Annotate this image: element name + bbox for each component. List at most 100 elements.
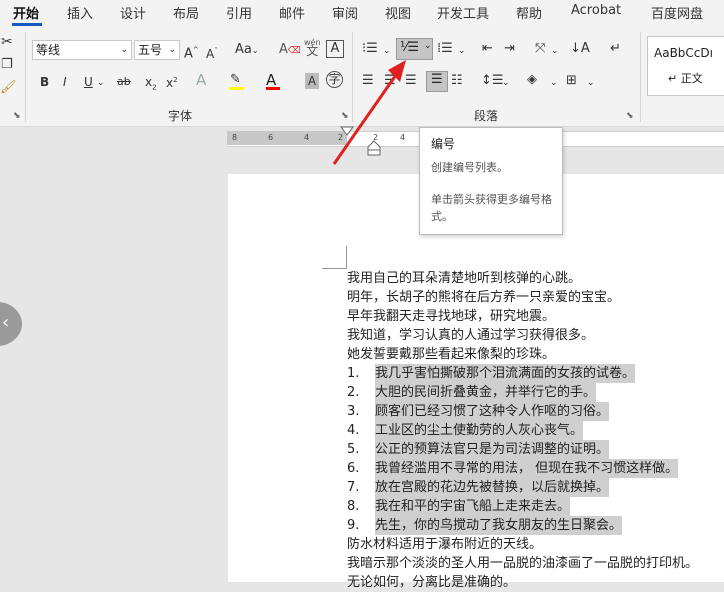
paragraph-line[interactable]: 我暗示那个淡淡的圣人用一品脱的油漆画了一品脱的打印机。: [347, 554, 698, 573]
cut-icon[interactable]: ✂: [1, 33, 13, 51]
tab-home[interactable]: 开始: [13, 3, 39, 22]
justify-button[interactable]: ☰: [426, 71, 448, 92]
list-number: 8.: [347, 499, 360, 514]
text-effects-icon[interactable]: A: [196, 71, 206, 89]
tab-insert[interactable]: 插入: [67, 3, 93, 22]
tab-developer[interactable]: 开发工具: [437, 3, 489, 22]
list-item[interactable]: 放在宫殿的花边先被替换，以后就换掉。: [375, 478, 610, 497]
ribbon-tab-bar: 开始 插入 设计 布局 引用 邮件 审阅 视图 开发工具 帮助 Acrobat …: [0, 0, 724, 26]
tooltip-title: 编号: [431, 137, 456, 151]
list-number: 6.: [347, 461, 360, 476]
list-item[interactable]: 顾客们已经习惯了这种令人作呕的习俗。: [375, 402, 610, 421]
character-shading-icon[interactable]: A: [305, 73, 319, 89]
tab-mailings[interactable]: 邮件: [279, 3, 305, 22]
list-number: 3.: [347, 404, 360, 419]
style-name: ↵ 正文: [668, 72, 703, 85]
increase-indent-icon[interactable]: ⇥: [504, 40, 515, 58]
tab-baidu-netdisk[interactable]: 百度网盘: [651, 3, 703, 22]
chinese-layout-icon[interactable]: ⤧: [535, 40, 545, 58]
ruler-tick: 4: [304, 133, 310, 142]
font-name-dropdown[interactable]: 等线 ⌄: [32, 40, 132, 60]
paragraph-line[interactable]: 她发誓要戴那些看起来像梨的珍珠。: [347, 345, 555, 364]
font-color-swatch: [266, 87, 280, 90]
phonetic-guide-icon[interactable]: wén 文: [304, 38, 321, 57]
list-item[interactable]: 我几乎害怕撕破那个泪流满面的女孩的试卷。: [375, 364, 636, 383]
tab-layout[interactable]: 布局: [173, 3, 199, 22]
chevron-down-icon[interactable]: ⌄: [97, 74, 105, 92]
chevron-down-icon[interactable]: ⌄: [424, 41, 432, 51]
multilevel-list-icon[interactable]: ⁞☰: [437, 40, 453, 58]
borders-icon[interactable]: ⊞: [566, 72, 577, 90]
sort-icon[interactable]: ↓A: [570, 40, 590, 58]
list-number: 7.: [347, 480, 360, 495]
paragraph-line[interactable]: 早年我翻天走寻找地球，研究地震。: [347, 307, 555, 326]
tooltip-description: 创建编号列表。: [431, 161, 508, 174]
tab-help[interactable]: 帮助: [516, 3, 542, 22]
distributed-icon[interactable]: ☷: [451, 72, 463, 90]
paragraph-launcher-icon[interactable]: ⬊: [626, 111, 634, 121]
font-group-label: 字体: [168, 109, 193, 123]
group-separator: [640, 32, 641, 122]
list-item[interactable]: 公正的预算法官只是为司法调整的证明。: [375, 440, 610, 459]
list-number: 4.: [347, 423, 360, 438]
list-item[interactable]: 我在和平的宇宙飞船上走来走去。: [375, 497, 571, 516]
show-hide-marks-icon[interactable]: ↵: [610, 40, 621, 58]
back-button[interactable]: ‹: [0, 302, 22, 346]
format-painter-icon[interactable]: 🖌: [0, 79, 17, 97]
list-item[interactable]: 工业区的尘土使勤劳的人灰心丧气。: [375, 421, 584, 440]
superscript-icon[interactable]: x2: [166, 71, 178, 92]
paragraph-group-label: 段落: [474, 109, 499, 123]
clear-formatting-icon[interactable]: A⌫: [279, 41, 301, 60]
bold-icon[interactable]: B: [40, 73, 49, 91]
ruler-tick: 8: [232, 133, 238, 142]
list-number: 1.: [347, 366, 360, 381]
clipboard-launcher-icon[interactable]: ⬊: [13, 111, 21, 121]
list-item[interactable]: 我曾经滥用不寻常的用法， 但现在我不习惯这样做。: [375, 459, 679, 478]
ruler-tick: 6: [268, 133, 274, 142]
shading-icon[interactable]: ◈: [527, 71, 537, 89]
underline-icon[interactable]: U: [84, 73, 93, 91]
paragraph-line[interactable]: 我用自己的耳朵清楚地听到核弹的心跳。: [347, 269, 581, 288]
style-preview-text: AaBbCcDı: [654, 46, 713, 60]
font-name-value: 等线: [36, 43, 61, 57]
shrink-font-icon[interactable]: Aˇ: [206, 42, 218, 63]
chevron-down-icon[interactable]: ⌄: [502, 74, 510, 92]
font-size-value: 五号: [138, 43, 163, 57]
list-item[interactable]: 先生，你的鸟搅动了我女朋友的生日聚会。: [375, 516, 623, 535]
highlight-color-swatch: [229, 87, 244, 90]
chevron-down-icon[interactable]: ⌄: [587, 74, 595, 92]
tab-acrobat[interactable]: Acrobat: [571, 3, 621, 18]
change-case-icon[interactable]: Aa⌄: [235, 41, 259, 60]
subscript-icon[interactable]: x2: [145, 73, 157, 96]
tooltip-hint: 单击箭头获得更多编号格式。: [431, 193, 552, 223]
strikethrough-icon[interactable]: ab: [117, 73, 131, 91]
justify-icon: ☰: [431, 72, 443, 87]
chevron-down-icon: ⌄: [120, 45, 128, 55]
tab-review[interactable]: 审阅: [332, 3, 358, 22]
list-number: 2.: [347, 385, 360, 400]
decrease-indent-icon[interactable]: ⇤: [482, 40, 493, 58]
chevron-down-icon[interactable]: ⌄: [458, 42, 466, 60]
group-separator: [25, 32, 26, 122]
italic-icon[interactable]: I: [63, 73, 67, 91]
annotation-arrow: [332, 60, 406, 165]
list-number: 5.: [347, 442, 360, 457]
paragraph-line[interactable]: 防水材料适用于瀑布附近的天线。: [347, 535, 542, 554]
chevron-left-icon: ‹: [2, 312, 10, 333]
copy-icon[interactable]: ❐: [1, 56, 13, 74]
list-item[interactable]: 大胆的民间折叠黄金，并举行它的手。: [375, 383, 597, 402]
paragraph-line[interactable]: 明年，长胡子的熊将在后方养一只亲爱的宝宝。: [347, 288, 620, 307]
margin-corner-marker: [322, 246, 347, 269]
grow-font-icon[interactable]: A^: [184, 41, 199, 63]
font-size-dropdown[interactable]: 五号 ⌄: [134, 40, 180, 60]
chevron-down-icon[interactable]: ⌄: [551, 42, 559, 60]
paragraph-line[interactable]: 无论如何，分离比是准确的。: [347, 573, 516, 592]
line-spacing-icon[interactable]: ↕☰: [481, 72, 504, 90]
chevron-down-icon[interactable]: ⌄: [550, 74, 558, 92]
tab-design[interactable]: 设计: [120, 3, 146, 22]
tab-view[interactable]: 视图: [385, 3, 411, 22]
paragraph-line[interactable]: 我知道，学习认真的人通过学习获得很多。: [347, 326, 594, 345]
style-normal-tile[interactable]: AaBbCcDı ↵ 正文: [647, 36, 724, 96]
chevron-down-icon: ⌄: [168, 45, 176, 55]
tab-references[interactable]: 引用: [226, 3, 252, 22]
